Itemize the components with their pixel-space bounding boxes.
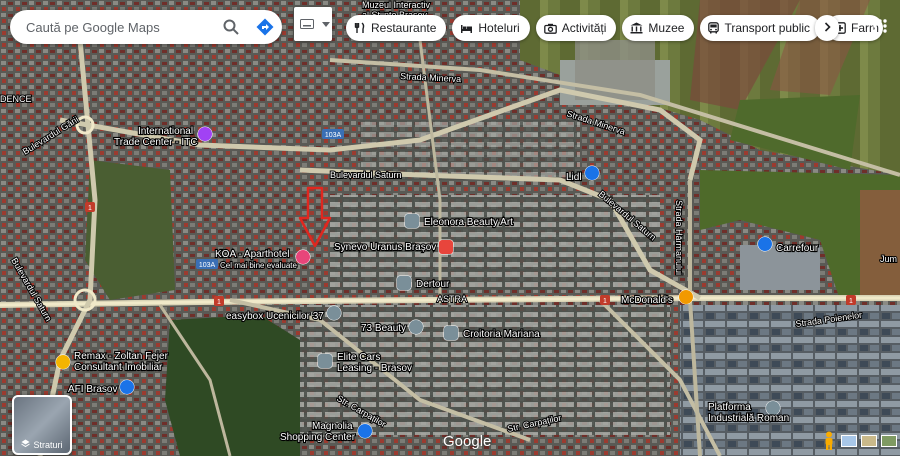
chip-label: Muzee [648, 21, 685, 35]
eleonora-marker-icon[interactable] [404, 213, 420, 229]
chip-muzee[interactable]: Muzee [622, 15, 695, 41]
chip-label: Restaurante [371, 21, 437, 35]
apps-grid-button[interactable] [866, 14, 894, 42]
chip-label: Activități [561, 21, 607, 35]
road-shield-1: 1 [603, 298, 607, 305]
layers-label: Straturi [33, 439, 63, 450]
bed-icon [460, 23, 473, 34]
elite-label[interactable]: Leasing - Brasov [336, 362, 413, 375]
layer-switcher[interactable] [294, 7, 332, 41]
platforma-label[interactable]: Platforma [707, 401, 752, 414]
synevo-marker-icon[interactable] [438, 239, 454, 255]
magnolia-marker-icon[interactable] [357, 423, 373, 439]
search-icon[interactable] [214, 10, 248, 44]
satellite-map[interactable]: Strada Minerva Strada Minerva Bulevardul… [0, 0, 900, 456]
search-box[interactable]: Caută pe Google Maps [10, 10, 282, 44]
road-shield-103a: 103A [325, 132, 342, 139]
fork-knife-icon [354, 22, 366, 34]
road-shield-1: 1 [217, 299, 221, 306]
croitoria-marker-icon[interactable] [443, 325, 459, 341]
lidl-marker-icon[interactable] [584, 165, 600, 181]
museum-icon [630, 22, 643, 34]
dertour-label[interactable]: Dertour [415, 278, 451, 291]
search-input[interactable]: Caută pe Google Maps [26, 20, 214, 35]
keyboard-icon[interactable] [294, 19, 320, 29]
chip-activitati[interactable]: Activități [535, 15, 617, 41]
satellite-thumbnail-icon[interactable] [881, 435, 897, 447]
beauty73-marker-icon[interactable] [408, 319, 424, 335]
google-logo: Google [443, 433, 492, 450]
easybox-label[interactable]: easybox Ucenicilor 37 [225, 310, 325, 323]
category-chips: Restaurante Hoteluri Activități Muzee Tr… [346, 15, 884, 41]
bottom-right-controls [821, 431, 897, 451]
easybox-marker-icon[interactable] [326, 305, 342, 321]
lidl-label[interactable]: Lidl [565, 171, 583, 184]
elite-marker-icon[interactable] [317, 353, 333, 369]
itc-label[interactable]: Trade Center - ITC [113, 136, 199, 149]
pegman-icon[interactable] [821, 431, 837, 451]
synevo-label[interactable]: Synevo Uranus Brașov [333, 241, 437, 254]
magnolia-label[interactable]: Shopping Center [279, 431, 357, 444]
croitoria-label[interactable]: Croitoria Mariana [462, 328, 541, 341]
carrefour-label[interactable]: Carrefour [775, 242, 820, 255]
afi-label[interactable]: AFI Brasov [67, 383, 119, 396]
koa-label[interactable]: KOA - Aparthotel [214, 248, 291, 261]
chevron-right-icon [824, 19, 831, 37]
road-shield-1: 1 [849, 298, 853, 305]
elite-label[interactable]: Elite Cars [336, 351, 382, 364]
remax-marker-icon[interactable] [55, 354, 71, 370]
chip-transport-public[interactable]: Transport public [700, 15, 821, 41]
chips-next-button[interactable] [815, 15, 839, 41]
chip-label: Hoteluri [478, 21, 520, 35]
terrain-thumbnail-icon[interactable] [861, 435, 877, 447]
chevron-down-icon[interactable] [320, 21, 332, 27]
partial-label-dence: DENCE [0, 94, 32, 104]
camera-icon [543, 23, 557, 34]
beauty73-label[interactable]: 73 Beauty [360, 322, 407, 335]
magnolia-label[interactable]: Magnolia [311, 420, 354, 433]
eleonora-label[interactable]: Eleonora Beauty Art [423, 216, 514, 229]
layers-icon [21, 439, 31, 450]
itc-marker-icon[interactable] [197, 126, 213, 142]
street-label-harmanului: Strada Hărmanului [674, 200, 684, 275]
platforma-label[interactable]: Industrială Roman [707, 412, 790, 425]
mcdonalds-marker-icon[interactable] [678, 289, 694, 305]
koa-marker-icon[interactable] [295, 249, 311, 265]
partial-label-jum: Jum [880, 254, 897, 264]
street-label-astra: ASTRA [437, 294, 467, 304]
street-label-bd-saturn: Bulevardul Saturn [330, 170, 402, 180]
bus-icon [708, 22, 720, 34]
map-thumbnail-icon[interactable] [841, 435, 857, 447]
dertour-marker-icon[interactable] [396, 275, 412, 291]
road-shield-1: 1 [88, 205, 92, 212]
apps-grid-icon [872, 18, 888, 39]
partial-label-muzeul: Muzeul Interactiv [362, 0, 431, 10]
chip-hoteluri[interactable]: Hoteluri [452, 15, 530, 41]
chip-restaurante[interactable]: Restaurante [346, 15, 447, 41]
carrefour-marker-icon[interactable] [757, 236, 773, 252]
remax-label[interactable]: Remax - Zoltan Fejer [73, 350, 170, 363]
layers-button[interactable]: Straturi [12, 395, 72, 455]
itc-label[interactable]: International [137, 125, 194, 138]
koa-rating-label: Cel mai bine evaluate [220, 261, 297, 270]
mcdonalds-label[interactable]: McDonald's [620, 294, 674, 307]
remax-label[interactable]: Consultant Imobiliar [73, 361, 164, 374]
afi-marker-icon[interactable] [119, 379, 135, 395]
road-shield-103a: 103A [199, 262, 216, 269]
chip-label: Transport public [724, 21, 811, 35]
directions-icon[interactable] [248, 10, 282, 44]
